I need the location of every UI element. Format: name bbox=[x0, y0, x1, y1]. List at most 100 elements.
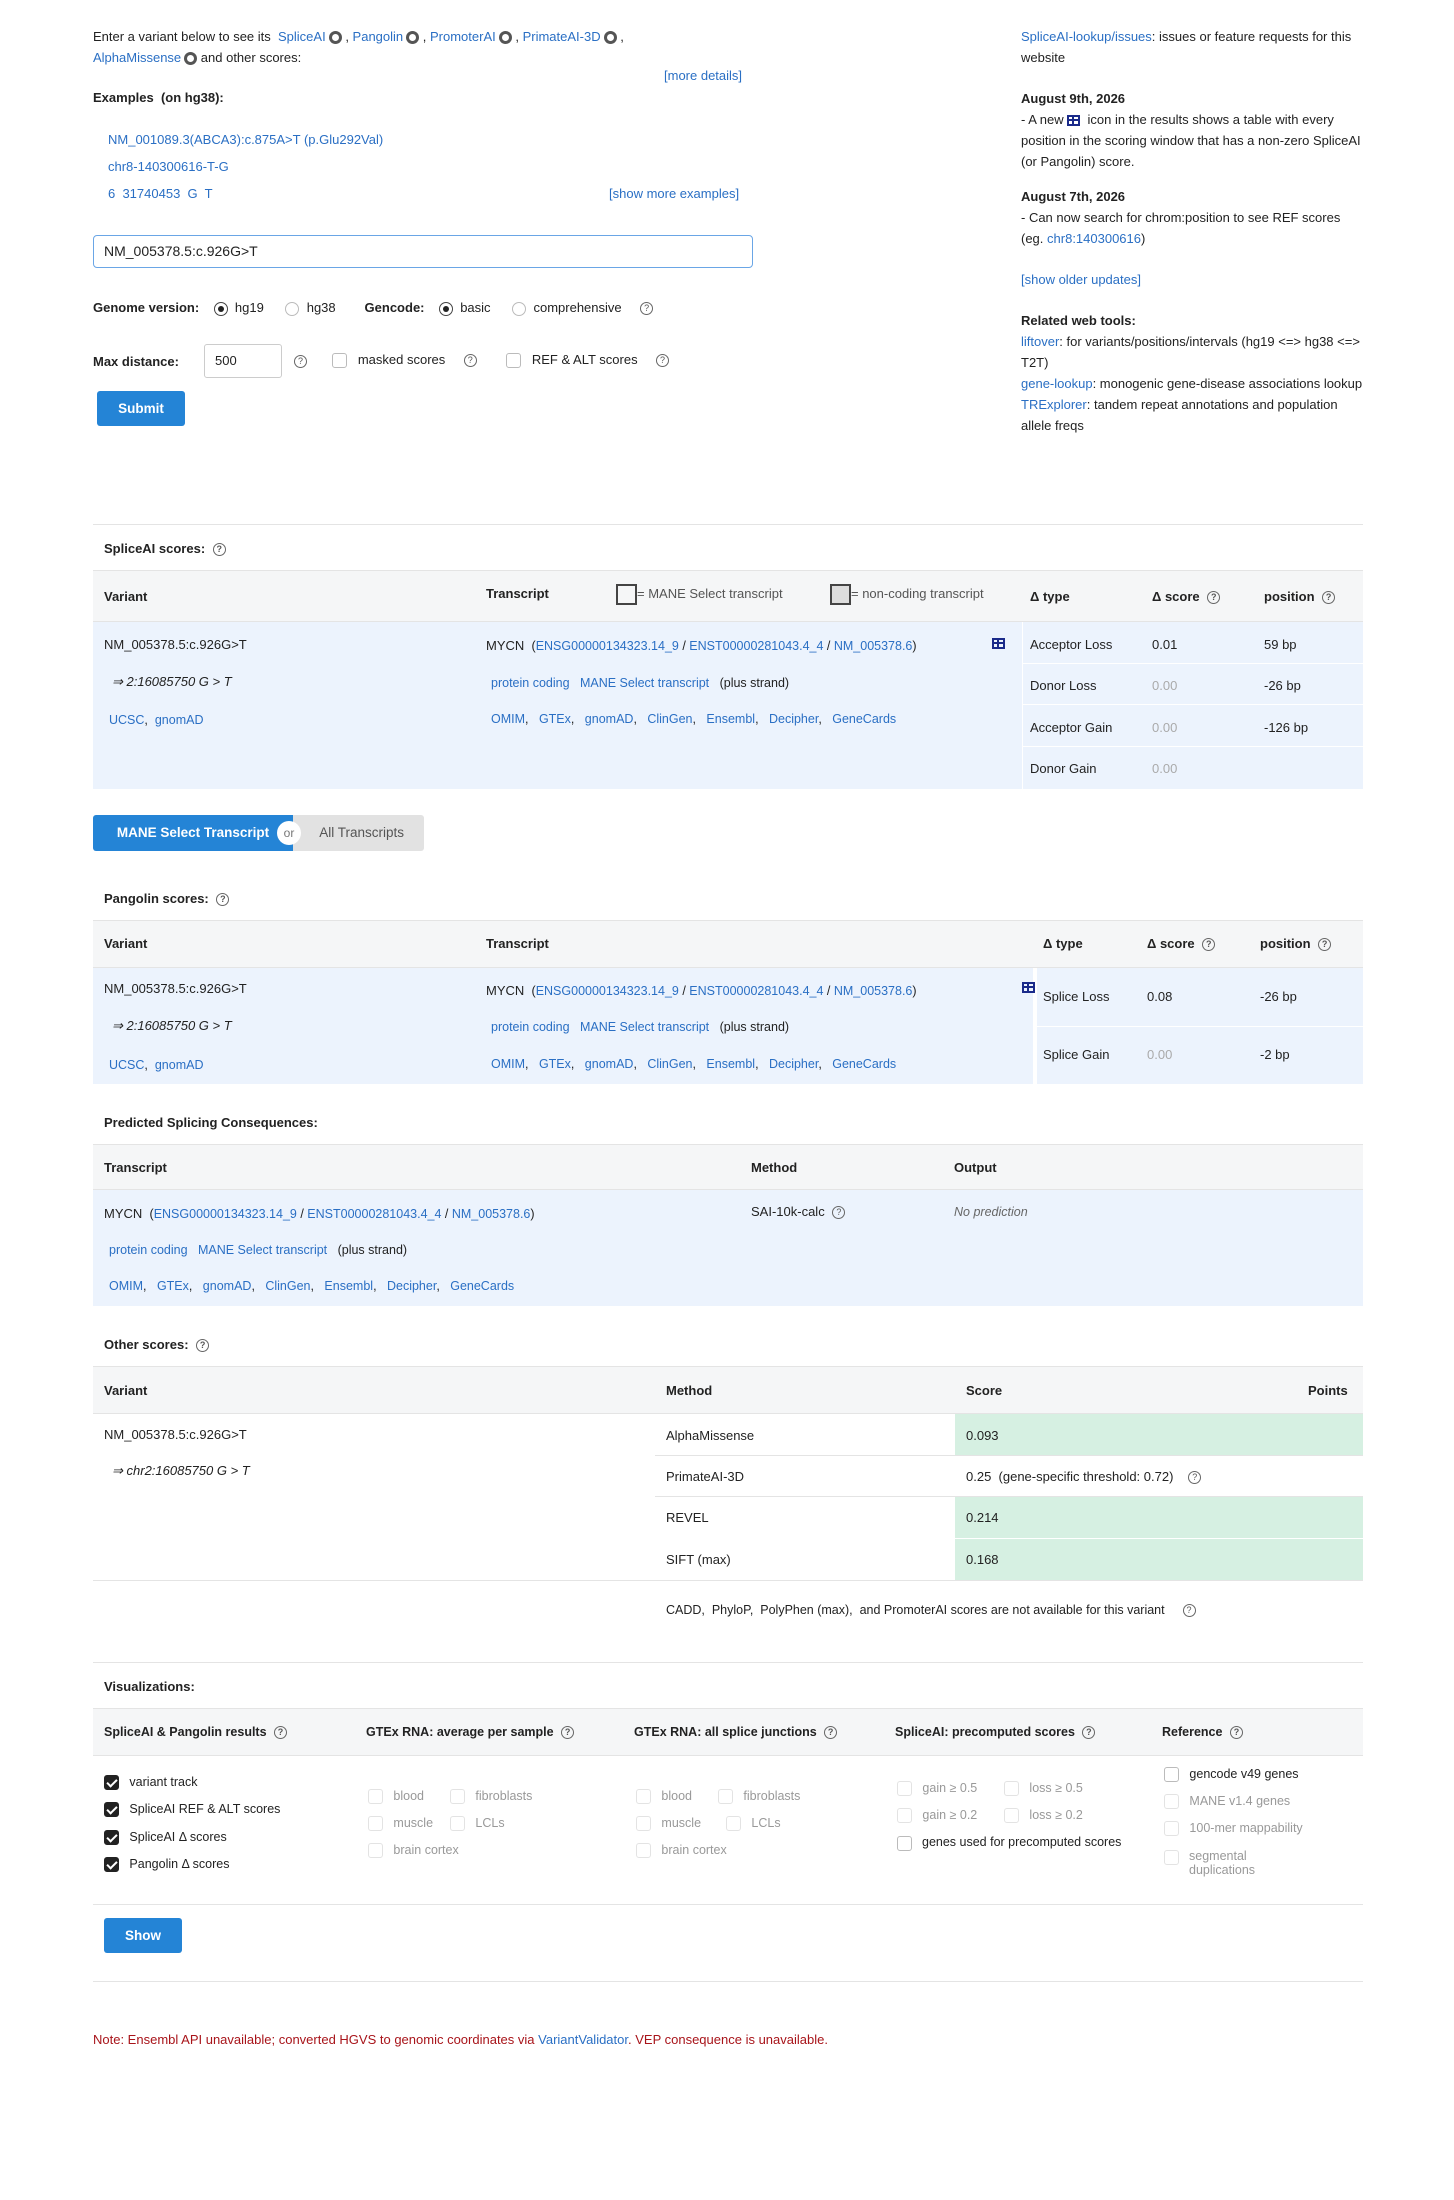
spliceai-ref-alt-option[interactable]: SpliceAI REF & ALT scores bbox=[104, 1802, 280, 1818]
nm-link[interactable]: NM_005378.6 bbox=[452, 1207, 531, 1221]
all-transcripts-button[interactable]: All Transcripts bbox=[293, 815, 424, 851]
liftover-link[interactable]: liftover bbox=[1021, 334, 1059, 349]
ensg-link[interactable]: ENSG00000134323.14_9 bbox=[154, 1207, 297, 1221]
trexplorer-link[interactable]: TRExplorer bbox=[1021, 397, 1087, 412]
loss-05-option[interactable]: loss ≥ 0.5 bbox=[1004, 1781, 1083, 1797]
gtex-junc-muscle[interactable]: muscle bbox=[636, 1816, 701, 1832]
checkbox[interactable] bbox=[450, 1816, 465, 1832]
omim-link[interactable]: OMIM bbox=[109, 1279, 143, 1293]
spliceai-delta-option[interactable]: SpliceAI Δ scores bbox=[104, 1830, 227, 1846]
gtex-avg-lcls[interactable]: LCLs bbox=[450, 1816, 505, 1832]
mane-select-transcript-button[interactable]: MANE Select Transcript bbox=[93, 815, 293, 851]
show-button[interactable]: Show bbox=[104, 1918, 182, 1953]
checkbox[interactable] bbox=[636, 1843, 651, 1859]
checkbox[interactable] bbox=[1164, 1850, 1179, 1865]
ucsc-link[interactable]: UCSC bbox=[109, 1058, 144, 1072]
variant-track-option[interactable]: variant track bbox=[104, 1775, 198, 1791]
variant-track-checkbox[interactable] bbox=[104, 1775, 119, 1791]
omim-link[interactable]: OMIM bbox=[491, 1057, 525, 1071]
checkbox[interactable] bbox=[897, 1781, 912, 1797]
clingen-link[interactable]: ClinGen bbox=[647, 1057, 692, 1071]
table-icon[interactable] bbox=[1021, 981, 1035, 993]
mappability-option[interactable]: 100-mer mappability bbox=[1164, 1821, 1303, 1837]
github-icon[interactable] bbox=[603, 31, 617, 45]
help-icon[interactable]: ? bbox=[196, 1339, 210, 1353]
example-position-link[interactable]: chr8:140300616 bbox=[1047, 231, 1141, 246]
ensg-link[interactable]: ENSG00000134323.14_9 bbox=[536, 984, 679, 998]
pangolin-delta-option[interactable]: Pangolin Δ scores bbox=[104, 1857, 230, 1873]
max-distance-input[interactable]: 500 bbox=[204, 344, 282, 378]
example-3[interactable]: 6 31740453 G T bbox=[108, 186, 213, 201]
help-icon[interactable]: ? bbox=[212, 543, 226, 557]
hg19-radio[interactable] bbox=[213, 301, 228, 316]
more-details-link[interactable]: [more details] bbox=[664, 68, 742, 83]
help-icon[interactable]: ? bbox=[1207, 591, 1221, 605]
checkbox[interactable] bbox=[636, 1789, 651, 1805]
gtex-link[interactable]: GTEx bbox=[539, 712, 571, 726]
show-more-examples-link[interactable]: [show more examples] bbox=[609, 186, 739, 201]
decipher-link[interactable]: Decipher bbox=[387, 1279, 436, 1293]
primateai-link[interactable]: PrimateAI-3D bbox=[523, 29, 601, 44]
checkbox[interactable] bbox=[368, 1816, 383, 1832]
checkbox[interactable] bbox=[726, 1816, 741, 1832]
gtex-junc-brain[interactable]: brain cortex bbox=[636, 1843, 727, 1859]
loss-02-option[interactable]: loss ≥ 0.2 bbox=[1004, 1808, 1083, 1824]
checkbox[interactable] bbox=[1164, 1767, 1179, 1783]
spliceai-ref-alt-checkbox[interactable] bbox=[104, 1802, 119, 1818]
gain-05-option[interactable]: gain ≥ 0.5 bbox=[897, 1781, 977, 1797]
mane-select-link[interactable]: MANE Select transcript bbox=[198, 1243, 327, 1257]
protein-coding-link[interactable]: protein coding bbox=[109, 1243, 188, 1257]
ensembl-link[interactable]: Ensembl bbox=[324, 1279, 373, 1293]
ref-alt-option[interactable]: REF & ALT scores ? bbox=[506, 352, 670, 369]
decipher-link[interactable]: Decipher bbox=[769, 712, 818, 726]
ensembl-link[interactable]: Ensembl bbox=[706, 712, 755, 726]
pangolin-delta-checkbox[interactable] bbox=[104, 1857, 119, 1873]
basic-radio[interactable] bbox=[438, 301, 453, 316]
gtex-avg-fibroblasts[interactable]: fibroblasts bbox=[450, 1789, 532, 1805]
mane-select-link[interactable]: MANE Select transcript bbox=[580, 1020, 709, 1034]
github-icon[interactable] bbox=[184, 52, 198, 66]
gnomad-link[interactable]: gnomAD bbox=[155, 713, 204, 727]
help-icon[interactable]: ? bbox=[640, 302, 654, 316]
protein-coding-link[interactable]: protein coding bbox=[491, 676, 570, 690]
checkbox[interactable] bbox=[1164, 1821, 1179, 1837]
checkbox[interactable] bbox=[1004, 1781, 1019, 1797]
help-icon[interactable]: ? bbox=[1188, 1471, 1202, 1485]
gencode-genes-option[interactable]: gencode v49 genes bbox=[1164, 1767, 1299, 1783]
enst-link[interactable]: ENST00000281043.4_4 bbox=[307, 1207, 441, 1221]
ensembl-link[interactable]: Ensembl bbox=[706, 1057, 755, 1071]
ucsc-link[interactable]: UCSC bbox=[109, 713, 144, 727]
help-icon[interactable]: ? bbox=[1182, 1604, 1196, 1618]
checkbox[interactable] bbox=[450, 1789, 465, 1805]
example-1[interactable]: NM_001089.3(ABCA3):c.875A>T (p.Glu292Val… bbox=[108, 132, 383, 147]
help-icon[interactable]: ? bbox=[274, 1726, 288, 1740]
table-icon[interactable] bbox=[992, 637, 1005, 649]
checkbox[interactable] bbox=[1004, 1808, 1019, 1824]
gain-02-option[interactable]: gain ≥ 0.2 bbox=[897, 1808, 977, 1824]
clingen-link[interactable]: ClinGen bbox=[265, 1279, 310, 1293]
checkbox[interactable] bbox=[368, 1789, 383, 1805]
gnomad-link[interactable]: gnomAD bbox=[155, 1058, 204, 1072]
decipher-link[interactable]: Decipher bbox=[769, 1057, 818, 1071]
show-older-updates-link[interactable]: [show older updates] bbox=[1021, 272, 1141, 287]
example-2[interactable]: chr8-140300616-T-G bbox=[108, 159, 229, 174]
ensg-link[interactable]: ENSG00000134323.14_9 bbox=[536, 639, 679, 653]
mane-genes-option[interactable]: MANE v1.4 genes bbox=[1164, 1794, 1290, 1810]
pangolin-link[interactable]: Pangolin bbox=[353, 29, 404, 44]
masked-scores-checkbox[interactable] bbox=[332, 353, 347, 369]
help-icon[interactable]: ? bbox=[1322, 591, 1336, 605]
help-icon[interactable]: ? bbox=[832, 1206, 846, 1220]
checkbox[interactable] bbox=[718, 1789, 733, 1805]
variant-search-input[interactable]: NM_005378.5:c.926G>T bbox=[93, 235, 753, 268]
gtex-link[interactable]: GTEx bbox=[539, 1057, 571, 1071]
genecards-link[interactable]: GeneCards bbox=[450, 1279, 514, 1293]
help-icon[interactable]: ? bbox=[294, 355, 307, 368]
help-icon[interactable]: ? bbox=[1202, 938, 1216, 952]
genes-used-option[interactable]: genes used for precomputed scores bbox=[897, 1835, 1127, 1851]
variantvalidator-link[interactable]: VariantValidator bbox=[538, 2032, 628, 2047]
spliceai-link[interactable]: SpliceAI bbox=[278, 29, 326, 44]
nm-link[interactable]: NM_005378.6 bbox=[834, 984, 913, 998]
help-icon[interactable]: ? bbox=[824, 1726, 838, 1740]
help-icon[interactable]: ? bbox=[463, 354, 477, 368]
gnomad-gene-link[interactable]: gnomAD bbox=[585, 712, 634, 726]
